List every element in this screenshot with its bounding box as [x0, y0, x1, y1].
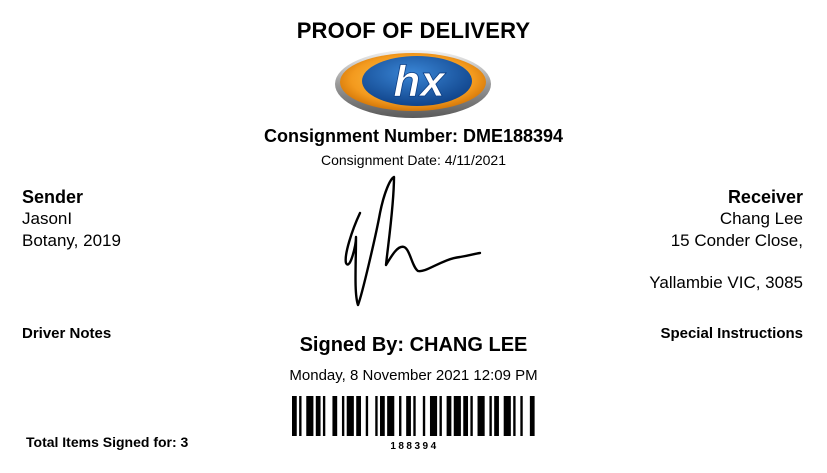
- barcode-bar: [341, 396, 345, 436]
- receiver-suburb: Yallambie VIC, 3085: [649, 273, 803, 292]
- barcode-bar: [292, 396, 297, 436]
- receiver-name: Chang Lee: [719, 209, 803, 228]
- barcode-bar: [375, 396, 378, 436]
- barcode-bar: [299, 396, 302, 436]
- barcode-bar: [346, 396, 354, 436]
- svg-text:hx: hx: [393, 57, 446, 106]
- receiver-heading: Receiver: [727, 187, 803, 207]
- barcode: [292, 396, 537, 436]
- barcode-bar: [406, 396, 411, 436]
- barcode-bar: [494, 396, 499, 436]
- barcode-bar: [332, 396, 338, 436]
- barcode-bar: [439, 396, 442, 436]
- hx-logo: hx: [333, 44, 493, 120]
- sender-name: JasonI: [22, 209, 73, 228]
- signed-datetime: Monday, 8 November 2021 12:09 PM: [289, 367, 538, 384]
- receiver-street: 15 Conder Close,: [670, 231, 803, 250]
- consignment-date: Consignment Date: 4/11/2021: [321, 152, 506, 168]
- page-title: PROOF OF DELIVERY: [296, 18, 531, 43]
- barcode-bar: [470, 396, 473, 436]
- total-items-signed: Total Items Signed for: 3: [26, 434, 189, 450]
- barcode-bar: [422, 396, 426, 436]
- barcode-bar: [365, 396, 369, 436]
- barcode-bar: [513, 396, 516, 436]
- barcode-bar: [380, 396, 385, 436]
- barcode-bar: [429, 396, 438, 436]
- barcode-bar: [387, 396, 395, 436]
- barcode-bar: [477, 396, 485, 436]
- barcode-number: 188394: [390, 441, 439, 452]
- barcode-bar: [399, 396, 402, 436]
- barcode-bar: [503, 396, 511, 436]
- barcode-bar: [306, 396, 314, 436]
- barcode-bar: [520, 396, 523, 436]
- barcode-bar: [453, 396, 461, 436]
- sender-address: Botany, 2019: [22, 231, 121, 250]
- signed-by: Signed By: CHANG LEE: [299, 334, 528, 356]
- barcode-bar: [322, 396, 326, 436]
- barcode-bar: [529, 396, 535, 436]
- sender-heading: Sender: [22, 187, 84, 207]
- barcode-bar: [356, 396, 361, 436]
- barcode-bar: [463, 396, 469, 436]
- barcode-bar: [489, 396, 492, 436]
- barcode-bar: [315, 396, 321, 436]
- consignment-number: Consignment Number: DME188394: [263, 126, 564, 146]
- barcode-bar: [446, 396, 452, 436]
- barcode-bar: [413, 396, 416, 436]
- signature-image: [332, 175, 492, 315]
